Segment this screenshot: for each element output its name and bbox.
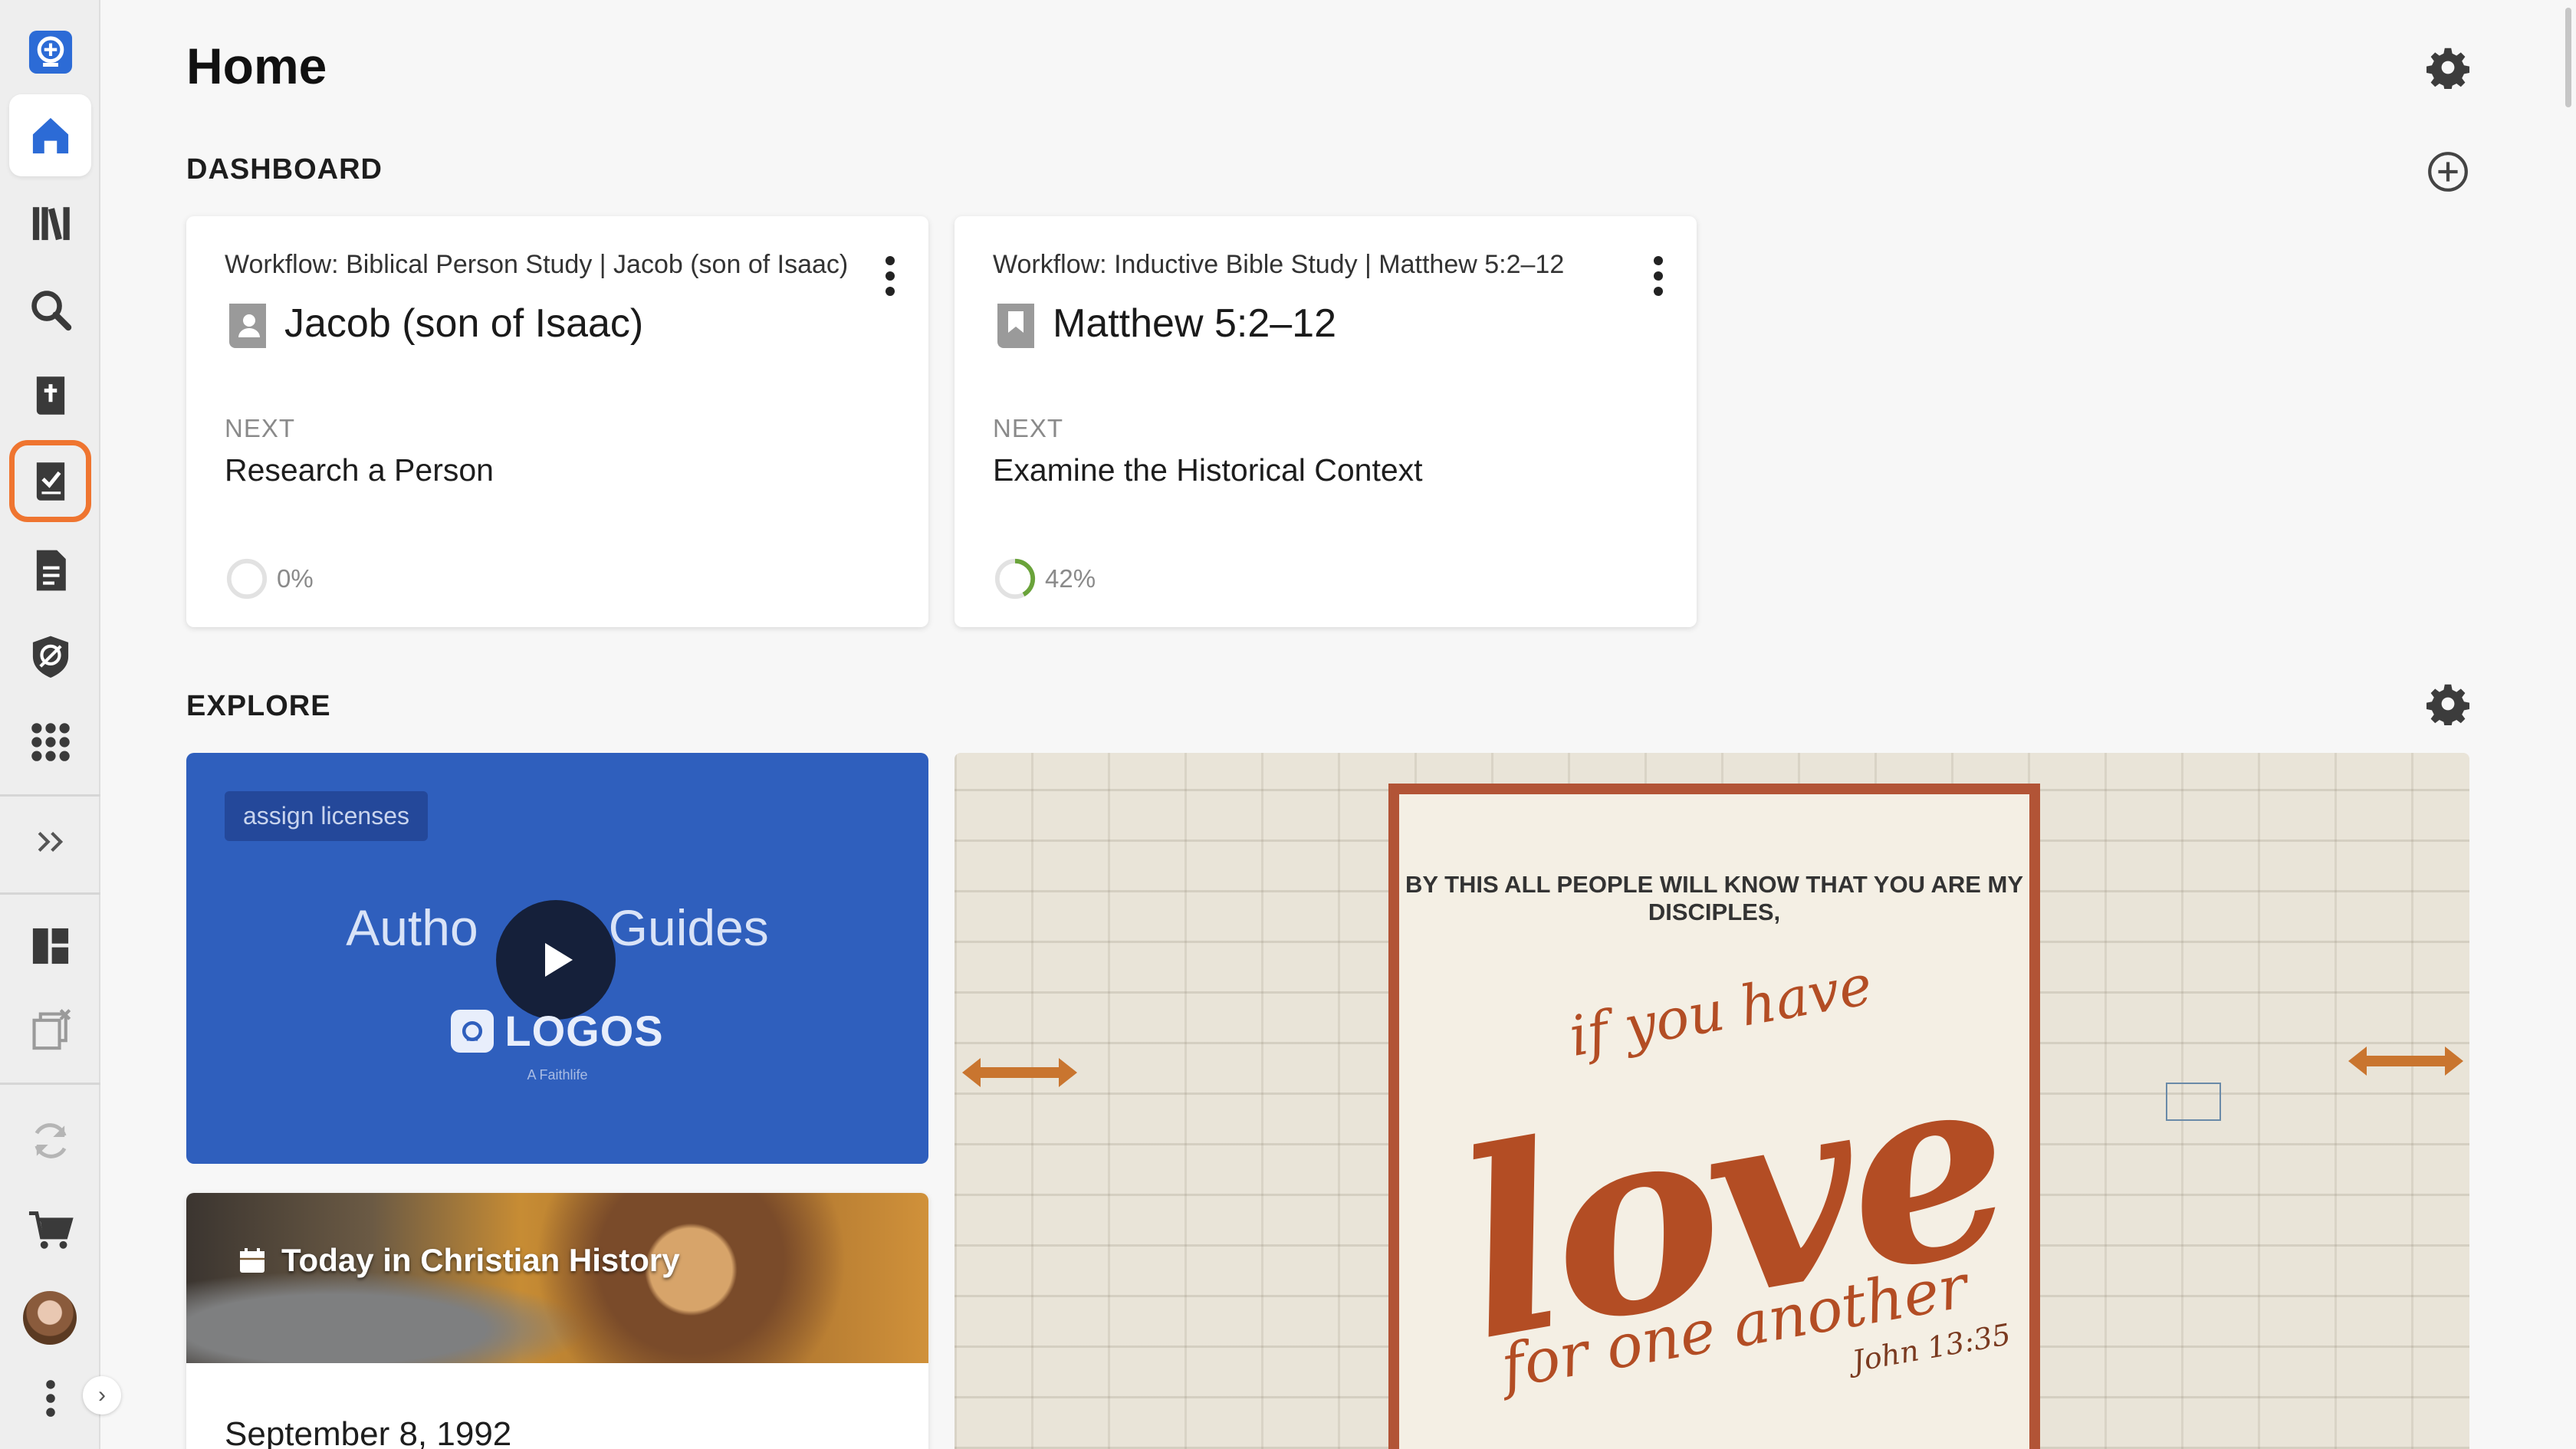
explore-heading: EXPLORE — [186, 690, 331, 722]
calendar-icon — [240, 1248, 264, 1273]
history-label: Today in Christian History — [237, 1242, 680, 1279]
scrollbar[interactable] — [2565, 8, 2571, 107]
library-icon[interactable] — [9, 181, 91, 263]
play-icon — [545, 943, 573, 977]
christian-history-card[interactable]: Today in Christian History September 8, … — [186, 1193, 928, 1449]
explore-settings-gear-icon[interactable] — [2426, 682, 2469, 725]
sidebar-divider — [0, 794, 100, 797]
page-title: Home — [186, 38, 327, 94]
search-icon[interactable] — [9, 268, 91, 350]
documents-icon[interactable] — [9, 529, 91, 611]
sidebar-divider — [0, 1083, 100, 1085]
wall-sign — [2166, 1083, 2221, 1121]
verse-poster: BY THIS ALL PEOPLE WILL KNOW THAT YOU AR… — [1388, 784, 2040, 1449]
add-icon[interactable] — [2426, 150, 2469, 193]
progress-ring-icon — [994, 558, 1036, 600]
more-vertical-icon[interactable] — [1643, 253, 1674, 299]
next-step[interactable]: Examine the Historical Context — [993, 452, 1423, 488]
next-step[interactable]: Research a Person — [225, 452, 494, 488]
decorative-arrow — [2348, 1046, 2463, 1076]
next-label: NEXT — [993, 414, 1064, 442]
history-label-text: Today in Christian History — [281, 1242, 680, 1278]
assign-licenses-badge[interactable]: assign licenses — [225, 791, 428, 841]
decorative-arrow — [962, 1058, 1077, 1087]
history-date: September 8, 1992 — [225, 1415, 512, 1449]
sidebar: › — [0, 0, 121, 1449]
more-icon[interactable] — [9, 1357, 91, 1439]
video-card[interactable]: assign licenses Autho Guides LOGOS A Fait… — [186, 753, 928, 1164]
close-panels-icon[interactable] — [9, 989, 91, 1071]
passage-study-icon — [997, 304, 1034, 348]
sidebar-divider — [0, 892, 100, 895]
workflow-subtitle: Workflow: Biblical Person Study | Jacob … — [225, 250, 849, 279]
workflow-title: Jacob (son of Isaac) — [284, 301, 644, 346]
apps-icon[interactable] — [9, 701, 91, 783]
sync-icon[interactable] — [9, 1099, 91, 1181]
logos-logo: LOGOS — [186, 1006, 928, 1056]
expand-icon[interactable] — [9, 800, 91, 882]
history-banner-image: Today in Christian History — [186, 1193, 928, 1363]
progress-label: 42% — [1045, 564, 1096, 593]
video-title-right: Guides — [608, 899, 769, 956]
cart-icon[interactable] — [9, 1188, 91, 1270]
poster-top-line: BY THIS ALL PEOPLE WILL KNOW THAT YOU AR… — [1405, 871, 2024, 925]
logos-mark-icon — [451, 1009, 495, 1053]
avatar[interactable] — [23, 1291, 77, 1345]
logo-text: LOGOS — [504, 1007, 664, 1055]
progress-indicator: 42% — [993, 557, 1096, 601]
home-panel: Home DASHBOARD Workflow: Biblical Person… — [102, 0, 2576, 1449]
workflow-card[interactable]: Workflow: Biblical Person Study | Jacob … — [186, 216, 928, 627]
verse-image-card[interactable]: BY THIS ALL PEOPLE WILL KNOW THAT YOU AR… — [955, 753, 2469, 1449]
workflow-title: Matthew 5:2–12 — [1053, 301, 1337, 346]
layouts-icon[interactable] — [9, 905, 91, 987]
guides-icon[interactable] — [9, 615, 91, 697]
workflow-card[interactable]: Workflow: Inductive Bible Study | Matthe… — [955, 216, 1697, 627]
play-button[interactable] — [496, 900, 616, 1020]
bible-icon[interactable] — [9, 354, 91, 436]
workflows-icon[interactable] — [9, 440, 91, 522]
workflow-subtitle: Workflow: Inductive Bible Study | Matthe… — [993, 250, 1565, 279]
app-logo-icon[interactable] — [9, 11, 91, 93]
video-title-left: Autho — [346, 899, 478, 956]
progress-ring-icon — [226, 558, 268, 600]
gear-icon[interactable] — [2426, 46, 2469, 89]
progress-indicator: 0% — [225, 557, 314, 601]
more-vertical-icon[interactable] — [875, 253, 905, 299]
home-icon[interactable] — [9, 94, 91, 176]
dashboard-heading: DASHBOARD — [186, 153, 383, 186]
progress-label: 0% — [277, 564, 314, 593]
logo-subtext: A Faithlife — [527, 1067, 588, 1083]
next-label: NEXT — [225, 414, 296, 442]
person-study-icon — [229, 304, 266, 348]
